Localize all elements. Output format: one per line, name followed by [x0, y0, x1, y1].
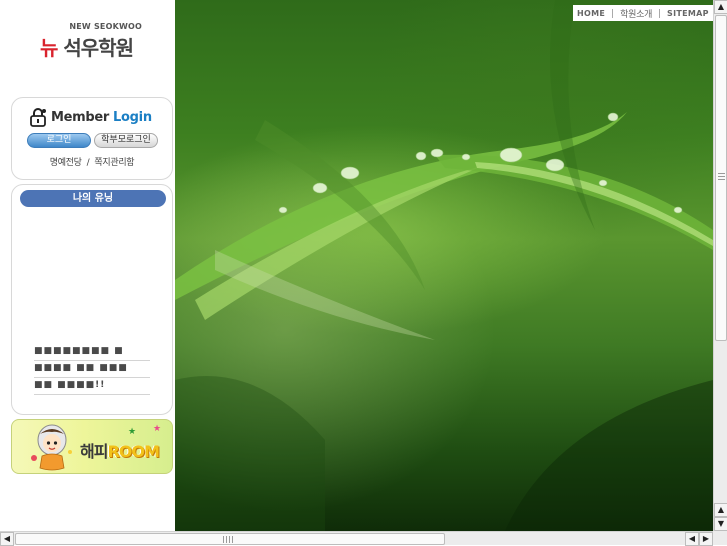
notice-list: ■■■■■■■■ ■ ■■■■ ■■ ■■■ ■■ ■■■■!! — [34, 344, 150, 395]
scroll-down-button[interactable]: ▼ — [714, 517, 727, 531]
notice-line: ■■■■ ■■ ■■■ — [34, 361, 150, 378]
login-button[interactable]: 로그인 — [27, 133, 91, 148]
happy-room-banner[interactable]: 해피ROOM ★ ★ — [11, 419, 173, 474]
scroll-left-button[interactable]: ◀ — [0, 532, 14, 546]
nav-divider — [612, 8, 614, 18]
site-logo[interactable]: NEW SEOKWOO 뉴 석우학원 — [38, 22, 148, 62]
room-english-text: ROOM — [107, 442, 159, 461]
nav-home-link[interactable]: HOME — [577, 9, 605, 18]
horizontal-scroll-thumb[interactable] — [15, 533, 445, 545]
logo-english-text: NEW SEOKWOO — [69, 22, 142, 31]
vertical-scroll-thumb[interactable] — [715, 15, 727, 341]
notice-line: ■■ ■■■■!! — [34, 378, 150, 395]
parent-login-button[interactable]: 학부모로그인 — [94, 133, 158, 148]
login-links: 명예전당 / 쪽지관리함 — [12, 155, 172, 168]
logo-name-text: 석우학원 — [63, 36, 134, 60]
member-label: Member — [51, 109, 110, 125]
star-icon: ★ — [128, 427, 137, 437]
nav-divider — [659, 8, 661, 18]
lock-icon — [30, 108, 46, 127]
happy-room-text: 해피ROOM — [80, 438, 160, 462]
nav-sitemap-link[interactable]: SITEMAP — [667, 9, 709, 18]
vertical-scrollbar[interactable]: ▲ ▲ ▼ — [713, 0, 727, 531]
my-study-title: 나의 유닝 — [20, 190, 166, 207]
star-icon: ★ — [153, 424, 162, 434]
link-separator: / — [86, 158, 90, 168]
member-login-panel: Member Login 로그인 학부모로그인 명예전당 / 쪽지관리함 — [11, 97, 173, 180]
left-sidebar: NEW SEOKWOO 뉴 석우학원 Member Login 로그인 학부모로… — [0, 0, 175, 531]
thumb-grip — [223, 536, 235, 543]
member-login-title: Member Login — [29, 107, 152, 127]
logo-korean-text: 뉴 석우학원 — [40, 32, 134, 61]
hall-of-fame-link[interactable]: 명예전당 — [50, 158, 82, 168]
happy-korean-text: 해피 — [80, 442, 108, 461]
horizontal-scrollbar[interactable]: ◀ ◀ ▶ — [0, 531, 713, 546]
scroll-up-button[interactable]: ▲ — [714, 0, 727, 14]
scrollbar-corner — [713, 531, 727, 545]
scroll-left-button-right[interactable]: ◀ — [685, 532, 699, 546]
my-study-panel: 나의 유닝 ■■■■■■■■ ■ ■■■■ ■■ ■■■ ■■ ■■■■!! — [11, 184, 173, 415]
thumb-grip — [718, 173, 725, 182]
page-viewport: NEW SEOKWOO 뉴 석우학원 Member Login 로그인 학부모로… — [0, 0, 713, 531]
mascot-character-icon — [31, 424, 72, 471]
grass-hero-image — [175, 0, 713, 531]
grass-blades-illustration — [175, 0, 713, 531]
message-box-link[interactable]: 쪽지관리함 — [94, 158, 134, 168]
logo-new-text: 뉴 — [40, 36, 58, 60]
notice-line: ■■■■■■■■ ■ — [34, 344, 150, 361]
scroll-up-button-lower[interactable]: ▲ — [714, 503, 727, 517]
top-navigation: HOME 학원소개 SITEMAP — [573, 5, 713, 21]
login-label: Login — [113, 109, 152, 125]
scroll-right-button[interactable]: ▶ — [699, 532, 713, 546]
nav-about-link[interactable]: 학원소개 — [620, 7, 652, 20]
